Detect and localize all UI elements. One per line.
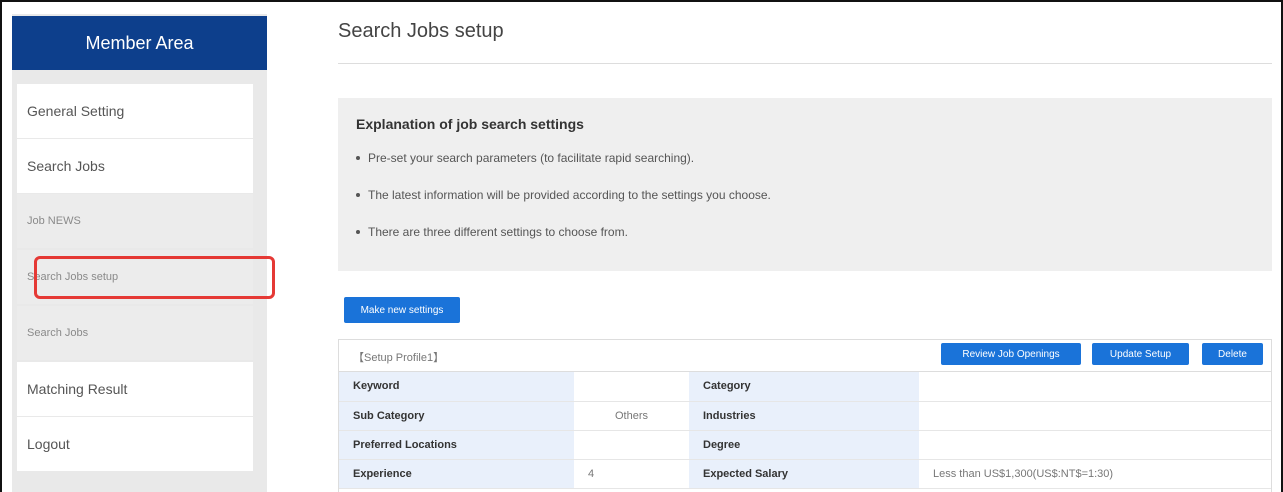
title-divider <box>338 63 1272 64</box>
sidebar-item-matching-result[interactable]: Matching Result <box>17 362 253 416</box>
page-title: Search Jobs setup <box>338 20 504 42</box>
row-label: Expected Salary <box>689 459 919 489</box>
bullet-icon <box>356 156 360 160</box>
row-label: Industries <box>689 401 919 431</box>
explanation-bullet: There are three different settings to ch… <box>356 225 628 239</box>
row-value <box>919 401 1271 431</box>
row-label: Category <box>689 372 919 402</box>
row-value: Others <box>574 401 689 431</box>
bullet-text: There are three different settings to ch… <box>368 225 628 239</box>
row-value: 4 <box>574 459 689 489</box>
row-label: Keyword <box>339 372 574 402</box>
row-label: Sub Category <box>339 401 574 431</box>
sidebar-item-logout[interactable]: Logout <box>17 417 253 471</box>
bullet-icon <box>356 230 360 234</box>
row-value <box>919 430 1271 460</box>
row-value <box>919 372 1271 402</box>
sidebar-item-general-setting[interactable]: General Setting <box>17 84 253 138</box>
delete-button[interactable]: Delete <box>1202 343 1263 365</box>
sidebar-subitem-search-jobs[interactable]: Search Jobs <box>17 306 253 360</box>
profile-settings-table: Keyword Category Sub Category Others Ind… <box>339 372 1271 489</box>
row-label: Experience <box>339 459 574 489</box>
sidebar-item-search-jobs[interactable]: Search Jobs <box>17 139 253 193</box>
sidebar-subitem-job-news[interactable]: Job NEWS <box>17 194 253 248</box>
sidebar-header: Member Area <box>12 16 267 70</box>
row-value <box>574 372 689 402</box>
highlight-annotation <box>34 256 275 299</box>
table-row: Keyword Category <box>339 372 1271 402</box>
explanation-bullet: The latest information will be provided … <box>356 188 771 202</box>
bullet-icon <box>356 193 360 197</box>
review-job-openings-button[interactable]: Review Job Openings <box>941 343 1081 365</box>
bullet-text: Pre-set your search parameters (to facil… <box>368 151 695 165</box>
explanation-box: Explanation of job search settings Pre-s… <box>338 98 1272 271</box>
table-row: Preferred Locations Degree <box>339 430 1271 460</box>
explanation-heading: Explanation of job search settings <box>356 116 584 132</box>
row-label: Preferred Locations <box>339 430 574 460</box>
row-label: Degree <box>689 430 919 460</box>
bullet-text: The latest information will be provided … <box>368 188 771 202</box>
profile-label: 【Setup Profile1】 <box>353 352 445 364</box>
make-new-settings-button[interactable]: Make new settings <box>344 297 460 323</box>
explanation-bullet: Pre-set your search parameters (to facil… <box>356 151 694 165</box>
update-setup-button[interactable]: Update Setup <box>1092 343 1189 365</box>
table-row: Sub Category Others Industries <box>339 401 1271 431</box>
table-row: Experience 4 Expected Salary Less than U… <box>339 459 1271 489</box>
row-value: Less than US$1,300(US$:NT$=1:30) <box>919 459 1271 489</box>
row-value <box>574 430 689 460</box>
